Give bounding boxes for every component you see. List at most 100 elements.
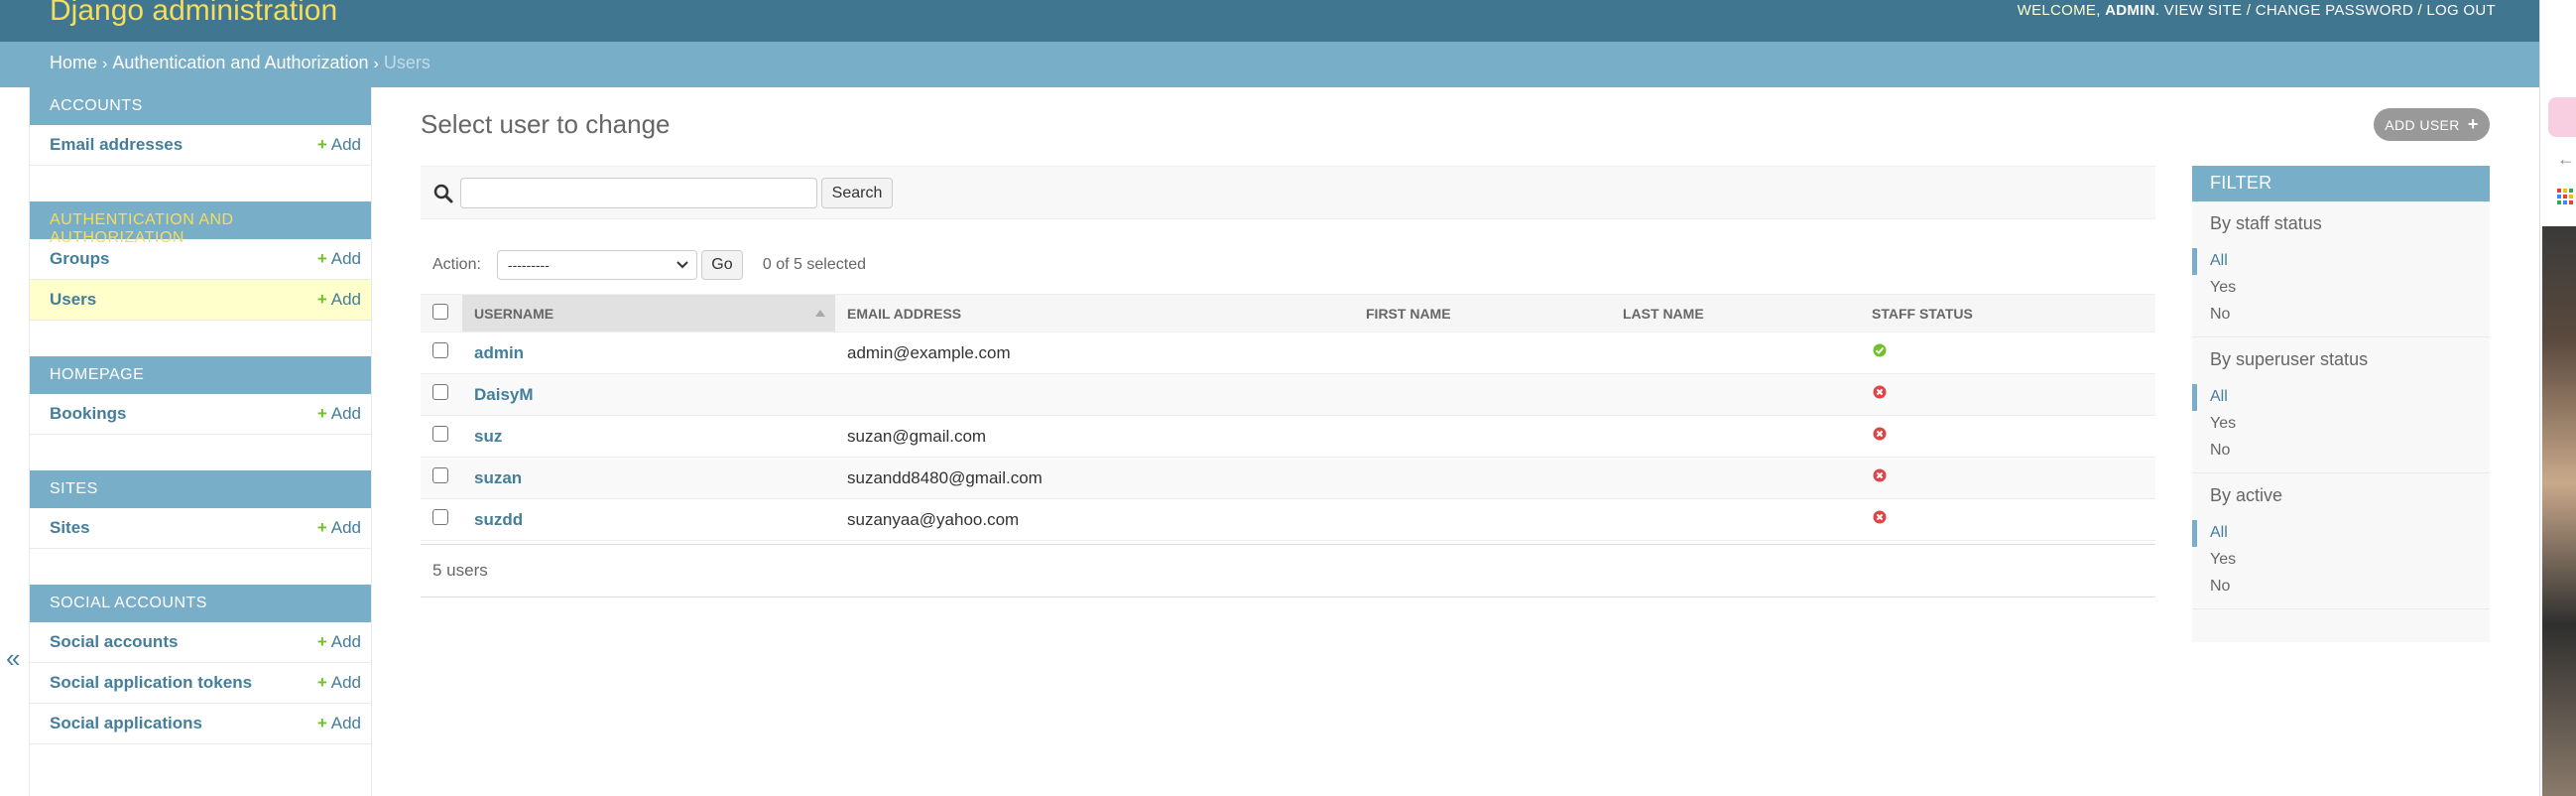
filter-option[interactable]: Yes <box>2192 275 2490 302</box>
column-staff-status[interactable]: Staff status <box>1860 294 2155 332</box>
results-table: Username Email address First name Last n… <box>421 294 2155 541</box>
filter-option[interactable]: Yes <box>2192 411 2490 438</box>
background-photo <box>2542 226 2576 796</box>
filter-title: Filter <box>2192 166 2490 201</box>
filter-panel: Filter By staff status All Yes No By superus… <box>2192 166 2490 642</box>
module-caption[interactable]: Homepage <box>30 356 371 394</box>
column-first-name[interactable]: First name <box>1354 294 1611 332</box>
plus-icon: + <box>316 290 327 309</box>
row-checkbox[interactable] <box>432 467 448 483</box>
change-password-link[interactable]: Change password <box>2256 2 2413 19</box>
add-link[interactable]: + Add <box>317 673 361 693</box>
username-cell: DaisyM <box>462 373 835 416</box>
paginator: 5 users <box>421 544 2155 597</box>
add-link[interactable]: + Add <box>317 518 361 538</box>
row-checkbox-cell <box>421 332 462 374</box>
row-checkbox-cell <box>421 457 462 499</box>
column-label: Last name <box>1623 305 1704 322</box>
breadcrumb-home[interactable]: Home <box>50 53 97 72</box>
sidebar-item-sites: Sites + Add <box>30 508 371 549</box>
row-checkbox[interactable] <box>432 509 448 525</box>
plus-icon: + <box>316 673 327 692</box>
module-auth: Authentication and Authorization Groups … <box>30 201 371 321</box>
last-name-cell <box>1611 373 1860 416</box>
sidebar-item-label[interactable]: Sites <box>50 518 90 538</box>
column-label: Email address <box>847 305 962 322</box>
staff-status-cell <box>1860 498 2155 541</box>
sidebar-item-label[interactable]: Users <box>50 290 96 310</box>
plus-icon: + <box>316 714 327 732</box>
filter-option[interactable]: Yes <box>2192 547 2490 574</box>
sidebar-item-label[interactable]: Email addresses <box>50 135 183 155</box>
user-link[interactable]: DaisyM <box>474 385 534 404</box>
module-accounts: Accounts Email addresses + Add <box>30 87 371 166</box>
module-caption[interactable]: Social Accounts <box>30 585 371 622</box>
username-cell: suz <box>462 415 835 458</box>
first-name-cell <box>1354 332 1611 374</box>
add-link[interactable]: + Add <box>317 404 361 424</box>
filter-option[interactable]: All <box>2192 248 2490 275</box>
user-link[interactable]: admin <box>474 343 524 362</box>
sidebar-item-email-addresses: Email addresses + Add <box>30 125 371 166</box>
back-arrow-icon[interactable]: ← <box>2557 149 2575 170</box>
add-link[interactable]: + Add <box>317 135 361 155</box>
module-caption[interactable]: Authentication and Authorization <box>30 201 371 246</box>
no-icon <box>1873 468 1887 482</box>
add-link[interactable]: + Add <box>317 714 361 733</box>
log-out-link[interactable]: Log out <box>2426 2 2496 19</box>
action-select[interactable]: --------- <box>496 250 697 280</box>
filter-option[interactable]: No <box>2192 438 2490 464</box>
row-checkbox[interactable] <box>432 384 448 400</box>
add-link[interactable]: + Add <box>317 632 361 652</box>
search-button[interactable]: Search <box>821 178 893 208</box>
row-checkbox[interactable] <box>432 342 448 358</box>
go-button[interactable]: Go <box>700 250 743 280</box>
column-email[interactable]: Email address <box>835 294 1354 332</box>
column-username[interactable]: Username <box>462 294 835 332</box>
user-link[interactable]: suzan <box>474 468 522 487</box>
email-cell: admin@example.com <box>835 332 1354 374</box>
filter-option[interactable]: All <box>2192 384 2490 411</box>
filter-option[interactable]: No <box>2192 574 2490 600</box>
sidebar-item-label[interactable]: Social accounts <box>50 632 178 652</box>
sidebar-item-label[interactable]: Social applications <box>50 714 202 733</box>
add-label: Add <box>330 249 361 268</box>
column-last-name[interactable]: Last name <box>1611 294 1860 332</box>
sidebar-item-social-accounts: Social accounts + Add <box>30 622 371 663</box>
select-all-checkbox[interactable] <box>432 304 448 320</box>
add-link[interactable]: + Add <box>317 290 361 310</box>
module-sites: Sites Sites + Add <box>30 470 371 549</box>
last-name-cell <box>1611 415 1860 458</box>
sort-ascending-icon[interactable] <box>815 310 825 317</box>
user-link[interactable]: suz <box>474 427 502 446</box>
breadcrumb-section[interactable]: Authentication and Authorization <box>112 53 368 72</box>
filter-option[interactable]: No <box>2192 302 2490 329</box>
select-all-column <box>421 294 462 332</box>
add-label: Add <box>330 290 361 309</box>
view-site-link[interactable]: View site <box>2164 2 2243 19</box>
filter-option[interactable]: All <box>2192 520 2490 547</box>
column-label: First name <box>1366 305 1451 322</box>
search-input[interactable] <box>460 178 817 208</box>
table-row: DaisyM <box>421 373 2155 416</box>
staff-status-cell <box>1860 373 2155 416</box>
last-name-cell <box>1611 498 1860 541</box>
plus-icon: + <box>316 249 327 268</box>
module-caption[interactable]: Accounts <box>30 87 371 125</box>
row-checkbox[interactable] <box>432 426 448 442</box>
extension-icon[interactable] <box>2548 97 2576 137</box>
apps-grid-icon[interactable] <box>2557 189 2573 204</box>
add-user-button[interactable]: Add user + <box>2374 108 2490 141</box>
module-caption[interactable]: Sites <box>30 470 371 508</box>
sidebar-item-label[interactable]: Groups <box>50 249 109 269</box>
separator: / <box>2246 2 2252 19</box>
add-link[interactable]: + Add <box>317 249 361 269</box>
toggle-sidebar-icon[interactable]: « <box>6 643 20 674</box>
plus-icon: + <box>316 135 327 154</box>
username-cell: suzdd <box>462 498 835 541</box>
sidebar-item-label[interactable]: Bookings <box>50 404 126 424</box>
plus-icon: + <box>316 632 327 651</box>
sidebar-item-label[interactable]: Social application tokens <box>50 673 252 693</box>
user-link[interactable]: suzdd <box>474 510 523 529</box>
site-branding[interactable]: Django administration <box>50 0 337 28</box>
